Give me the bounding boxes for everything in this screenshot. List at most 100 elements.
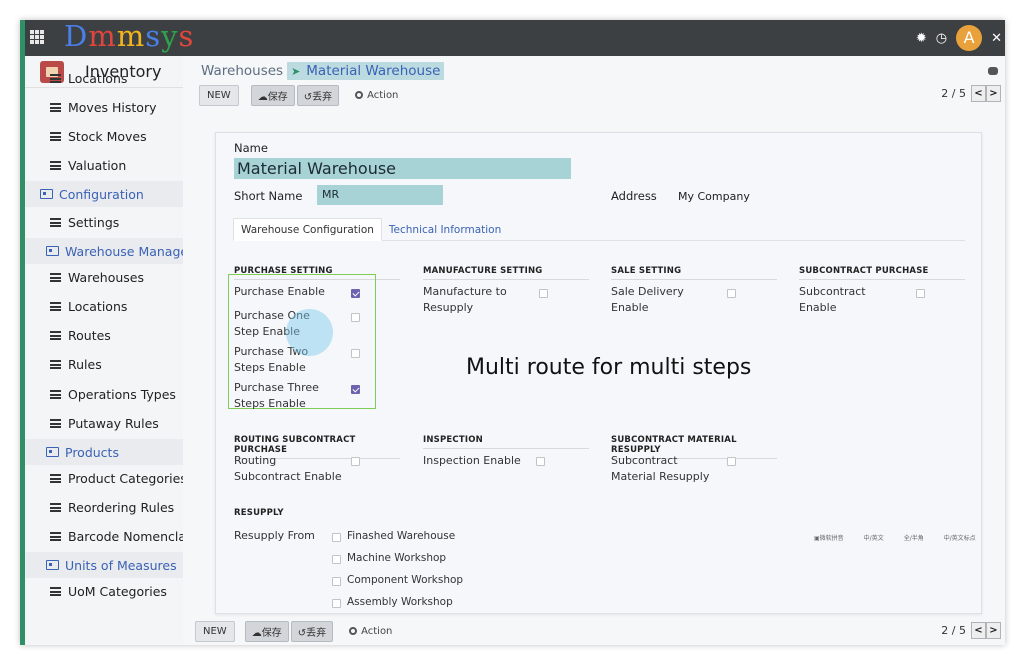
tab-warehouse-configuration[interactable]: Warehouse Configuration [233,218,382,241]
sidebar-item-product-categories[interactable]: Product Categories [25,466,183,490]
pager-next-button[interactable]: > [986,85,1001,102]
sidebar-category-products[interactable]: Products [25,439,183,465]
sidebar-item-reordering-rules[interactable]: Reordering Rules [25,495,183,519]
user-avatar[interactable]: A [956,25,983,51]
menu-list-icon [50,217,61,227]
purchase-two-steps-checkbox[interactable] [351,349,360,358]
discard-button-bottom[interactable]: ↺丢弃 [290,620,334,642]
sidebar-item-label: Valuation [68,157,127,173]
app-window: Dmmsys ✹ ◷ A ✕ Inventory Locations Moves … [20,20,1005,645]
bug-icon[interactable]: ✹ [916,31,927,46]
action-menu[interactable]: Action [355,90,398,101]
sidebar-item-label: Locations [68,70,128,86]
sidebar-category-configuration[interactable]: Configuration [25,181,183,207]
section-inspection: INSPECTION [423,435,589,449]
sidebar-item-valuation[interactable]: Valuation [25,153,183,177]
sidebar-item-label: UoM Categories [68,583,167,599]
pager-count: 2 / 5 [941,87,966,100]
save-button[interactable]: ☁保存 [250,84,295,106]
subcontract-resupply-checkbox[interactable] [727,457,736,466]
gear-icon [349,627,358,635]
address-value[interactable]: My Company [678,190,750,203]
menu-list-icon [50,272,61,282]
name-input[interactable]: Material Warehouse [234,158,571,179]
ime-item[interactable]: ▣微软拼音 [814,533,844,542]
sidebar-item-label: Routes [68,327,111,343]
breadcrumb-parent[interactable]: Warehouses [201,63,283,79]
sidebar-item-label: Reordering Rules [68,499,175,515]
component-workshop-label: Component Workshop [347,574,464,586]
finashed-warehouse-checkbox[interactable] [332,533,341,542]
action-menu-bottom[interactable]: Action [349,626,392,637]
app-grid-icon[interactable] [30,30,44,44]
pager-prev-button-bottom[interactable]: < [971,622,986,639]
routing-subcontract-checkbox[interactable] [351,457,360,466]
ime-toolbar: ▣微软拼音 中/英文 全/半角 中/英文标点 [814,533,976,542]
sale-delivery-checkbox[interactable] [727,289,736,298]
machine-workshop-checkbox[interactable] [332,555,341,564]
sidebar-item-operations-types[interactable]: Operations Types [25,382,183,406]
sidebar-item-uom-categories[interactable]: UoM Categories [25,579,183,603]
sidebar-item-stock-moves[interactable]: Stock Moves [25,124,183,148]
section-subcontract-purchase: SUBCONTRACT PURCHASE [799,266,965,280]
machine-workshop-label: Machine Workshop [347,552,447,564]
purchase-enable-checkbox[interactable] [351,289,360,298]
finashed-warehouse-label: Finashed Warehouse [347,530,456,542]
discard-button[interactable]: ↺丢弃 [296,84,340,106]
pager-prev-button[interactable]: < [971,85,986,102]
sidebar-item-locations[interactable]: Locations [25,66,183,90]
short-name-input[interactable]: MR [317,185,443,205]
sidebar-item-rules[interactable]: Rules [25,352,183,376]
menu-list-icon [50,102,61,112]
assembly-workshop-label: Assembly Workshop [347,596,453,608]
sidebar-category-warehouse-managen[interactable]: Warehouse Managen [25,238,183,264]
sidebar-item-settings[interactable]: Settings [25,210,183,234]
menu-list-icon [50,131,61,141]
action-label: Action [367,89,399,101]
menu-list-icon [50,473,61,483]
menu-list-icon [50,301,61,311]
sidebar-item-barcode-nomenclatu[interactable]: Barcode Nomenclatu [25,524,183,548]
sidebar-item-label: Products [65,444,119,460]
category-card-icon [40,189,53,199]
pager-next-button-bottom[interactable]: > [986,622,1001,639]
brand-logo[interactable]: Dmmsys [64,20,194,53]
menu-list-icon [50,418,61,428]
purchase-enable-label: Purchase Enable [234,285,325,298]
tab-technical-information[interactable]: Technical Information [382,218,508,241]
sidebar-item-warehouses[interactable]: Warehouses [25,265,183,289]
sidebar-item-locations[interactable]: Locations [25,294,183,318]
inspection-enable-checkbox[interactable] [536,457,545,466]
clock-icon[interactable]: ◷ [936,31,947,46]
sidebar-item-moves-history[interactable]: Moves History [25,95,183,119]
component-workshop-checkbox[interactable] [332,577,341,586]
category-card-icon [46,560,59,570]
chat-icon[interactable] [988,67,998,75]
sidebar-item-label: Locations [68,298,128,314]
sidebar-item-routes[interactable]: Routes [25,323,183,347]
brand-letter: s [145,20,162,53]
new-button[interactable]: NEW [199,84,239,106]
sidebar-category-units-of-measures[interactable]: Units of Measures [25,552,183,578]
manufacture-resupply-checkbox[interactable] [539,289,548,298]
sidebar-item-label: Product Categories [68,470,183,486]
sidebar-item-label: Operations Types [68,386,176,402]
ime-item[interactable]: 中/英文 [864,533,884,542]
expand-icon[interactable]: ✕ [991,31,1002,46]
ime-item[interactable]: 中/英文标点 [944,533,976,542]
purchase-three-steps-checkbox[interactable] [351,385,360,394]
assembly-workshop-checkbox[interactable] [332,599,341,608]
purchase-one-step-checkbox[interactable] [351,313,360,322]
subcontract-enable-checkbox[interactable] [916,289,925,298]
section-sale-setting: SALE SETTING [611,266,777,280]
breadcrumb-current: ➤ Material Warehouse [287,62,445,80]
sidebar-item-label: Rules [68,356,102,372]
sidebar-item-label: Warehouses [68,269,144,285]
save-button-bottom[interactable]: ☁保存 [244,620,289,642]
cursor-highlight [286,309,333,356]
ime-item[interactable]: 全/半角 [904,533,924,542]
new-button-bottom[interactable]: NEW [195,620,235,642]
pager-bottom: 2 / 5 < > [941,622,1001,639]
sidebar-item-putaway-rules[interactable]: Putaway Rules [25,411,183,435]
form-tabs: Warehouse Configuration Technical Inform… [233,218,965,241]
